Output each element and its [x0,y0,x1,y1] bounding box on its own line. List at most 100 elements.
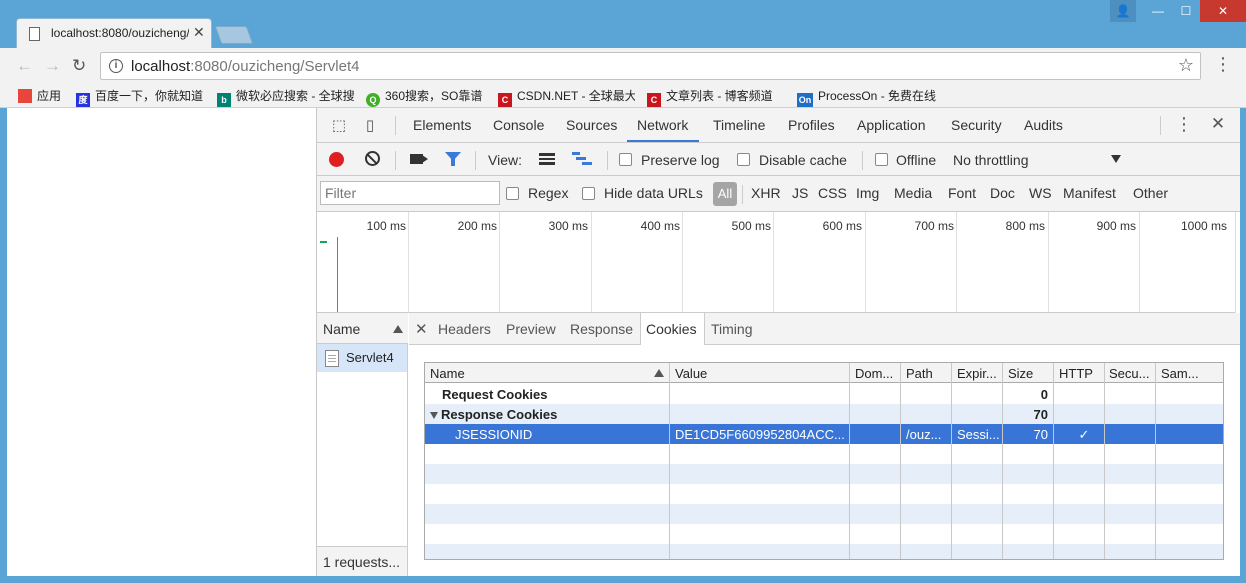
filter-ws[interactable]: WS [1029,185,1052,201]
tab-cookies[interactable]: Cookies [646,321,697,337]
col-value[interactable]: Value [675,366,707,381]
offline-checkbox[interactable] [875,153,888,166]
column-divider[interactable] [1155,363,1156,559]
bookmark-processon[interactable]: On ProcessOn - 免费在线 [797,87,937,107]
timeline-tick [773,212,774,312]
filter-media[interactable]: Media [894,185,932,201]
tab-headers[interactable]: Headers [438,321,491,337]
timeline-tick-label: 800 ms [1005,219,1045,233]
summary-text: 1 requests... [323,554,401,570]
devtools-tab-bar: ⬚ ▯ Elements Console Sources Network Tim… [317,108,1241,143]
inspect-element-icon[interactable]: ⬚ [330,116,348,134]
info-icon[interactable]: i [109,59,123,73]
tab-security[interactable]: Security [951,117,1002,133]
offline-label: Offline [896,152,937,168]
col-expires[interactable]: Expir... [957,366,997,381]
bookmark-articles[interactable]: C 文章列表 - 博客频道 [647,87,784,107]
tab-console[interactable]: Console [493,117,544,133]
tab-elements[interactable]: Elements [413,117,471,133]
overview-icon[interactable] [572,152,592,166]
filter-js[interactable]: JS [792,185,808,201]
url-text[interactable]: localhost:8080/ouzicheng/Servlet4 [131,58,360,75]
chevron-down-icon[interactable] [1111,155,1121,163]
active-tab-indicator [627,140,699,142]
regex-checkbox[interactable] [506,187,519,200]
back-button[interactable]: ← [16,56,33,76]
throttling-select[interactable]: No throttling [953,152,1028,168]
col-secure[interactable]: Secu... [1109,366,1149,381]
hide-data-urls-checkbox[interactable] [582,187,595,200]
cookie-group-label: Response Cookies [430,407,557,422]
timeline-tick [1139,212,1140,312]
filter-img[interactable]: Img [856,185,879,201]
so360-icon: Q [366,93,380,107]
bookmark-csdn[interactable]: C CSDN.NET - 全球最大 [498,87,635,107]
tab-close-icon[interactable]: ✕ [193,24,205,41]
maximize-button[interactable]: ☐ [1172,0,1200,22]
record-icon[interactable] [329,152,344,167]
col-size[interactable]: Size [1008,366,1033,381]
disable-cache-checkbox[interactable] [737,153,750,166]
tab-application[interactable]: Application [857,117,926,133]
address-bar[interactable]: i localhost:8080/ouzicheng/Servlet4 ☆ [100,52,1201,80]
tab-timing[interactable]: Timing [711,321,753,337]
divider [607,151,608,170]
column-divider[interactable] [1104,363,1105,559]
column-divider[interactable] [849,363,850,559]
tab-preview[interactable]: Preview [506,321,556,337]
filter-input[interactable] [320,181,500,205]
tab-response[interactable]: Response [570,321,633,337]
devtools-menu-icon[interactable]: ⋮ [1175,114,1193,134]
column-divider[interactable] [951,363,952,559]
bookmark-apps[interactable]: 应用 [18,87,68,104]
bookmark-bing[interactable]: b 微软必应搜索 - 全球搜 [217,87,357,107]
bookmark-baidu[interactable]: 度百度一下，你就知道 [76,87,208,107]
device-toolbar-icon[interactable]: ▯ [361,116,379,134]
devtools-close-icon[interactable]: ✕ [1209,114,1227,133]
tab-profiles[interactable]: Profiles [788,117,835,133]
tab-timeline[interactable]: Timeline [713,117,765,133]
col-name[interactable]: Name [430,366,465,381]
tab-sources[interactable]: Sources [566,117,617,133]
tab-network[interactable]: Network [637,117,688,133]
apps-icon [18,89,32,103]
timeline-overview[interactable]: 100 ms 200 ms 300 ms 400 ms 500 ms 600 m… [317,212,1241,313]
col-domain[interactable]: Dom... [855,366,893,381]
filter-icon[interactable] [445,152,461,166]
close-window-button[interactable]: ✕ [1200,0,1246,22]
filter-all[interactable]: All [713,182,737,206]
column-divider[interactable] [1053,363,1054,559]
request-row[interactable]: Servlet4 [317,344,407,372]
cookie-group-label: Request Cookies [442,387,548,402]
filter-xhr[interactable]: XHR [751,185,781,201]
forward-button[interactable]: → [44,56,61,76]
column-divider[interactable] [900,363,901,559]
new-tab-button[interactable] [214,26,254,44]
filter-font[interactable]: Font [948,185,976,201]
tab-audits[interactable]: Audits [1024,117,1063,133]
browser-tab[interactable]: localhost:8080/ouzicheng/Servlet4 ✕ [16,18,212,48]
bookmark-star-icon[interactable]: ☆ [1178,55,1194,76]
user-icon[interactable]: 👤 [1110,0,1136,22]
column-divider[interactable] [669,363,670,559]
filter-manifest[interactable]: Manifest [1063,185,1116,201]
col-path[interactable]: Path [906,366,933,381]
col-samesite[interactable]: Sam... [1161,366,1199,381]
filter-doc[interactable]: Doc [990,185,1015,201]
reload-button[interactable]: ↻ [72,56,86,76]
close-detail-icon[interactable]: ✕ [415,320,428,338]
name-column-header[interactable]: Name [323,321,360,337]
column-divider[interactable] [1002,363,1003,559]
large-rows-icon[interactable] [539,153,555,165]
filter-other[interactable]: Other [1133,185,1168,201]
expand-triangle-icon[interactable] [430,412,438,419]
preserve-log-checkbox[interactable] [619,153,632,166]
minimize-button[interactable]: — [1144,0,1172,22]
filter-css[interactable]: CSS [818,185,847,201]
clear-icon[interactable] [365,151,380,166]
capture-screenshots-icon[interactable] [410,154,428,164]
requests-header[interactable]: Name [317,313,408,344]
browser-menu-icon[interactable]: ⋮ [1214,54,1232,75]
col-http[interactable]: HTTP [1059,366,1093,381]
bookmark-360[interactable]: Q 360搜索，SO靠谱 [366,87,490,107]
